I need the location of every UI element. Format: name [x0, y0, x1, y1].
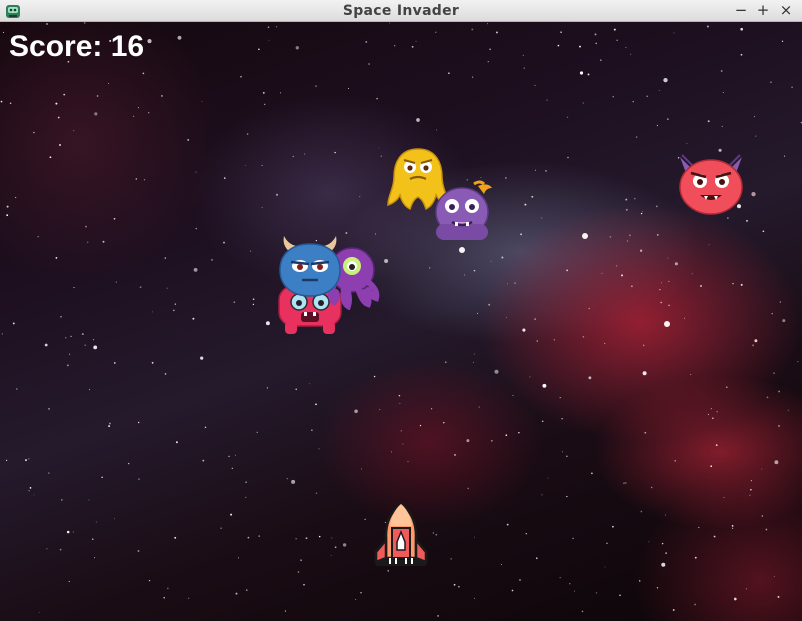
score-display: Score: 16 [9, 30, 145, 63]
blue-horned-alien [279, 236, 341, 297]
maximize-button[interactable]: + [753, 0, 773, 22]
close-button[interactable]: × [776, 0, 796, 22]
rocket-ship [374, 502, 428, 566]
minimize-button[interactable]: − [731, 0, 751, 22]
game-canvas[interactable]: Score: 16 [0, 22, 802, 621]
window-title: Space Invader [342, 3, 460, 19]
purple-alien [435, 180, 492, 240]
game-window: Space Invader − + × Score: 16 [0, 0, 802, 621]
title-bar[interactable]: Space Invader − + × [0, 0, 802, 22]
red-winged-alien [679, 154, 743, 215]
